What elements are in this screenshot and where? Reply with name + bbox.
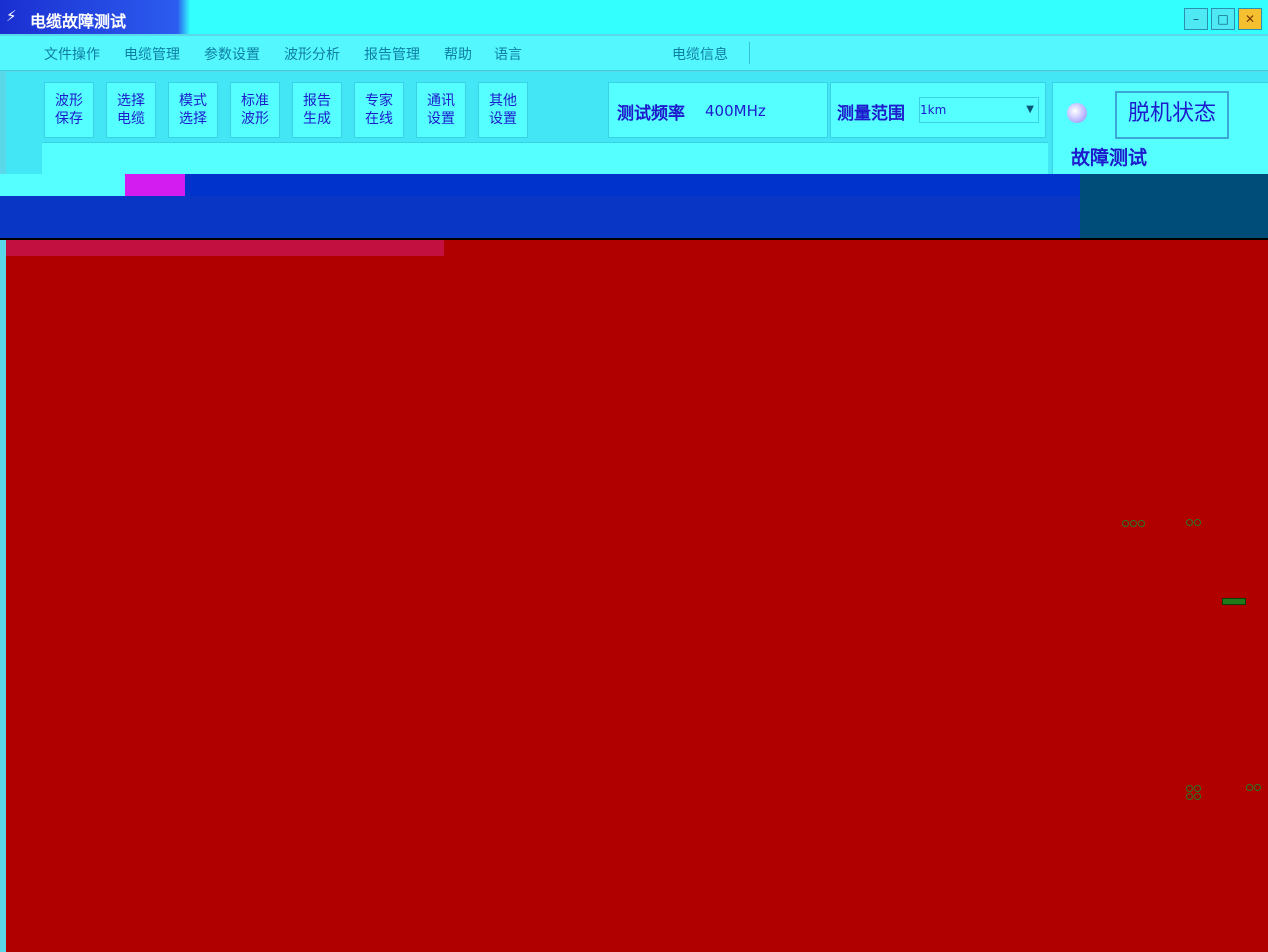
minimize-button[interactable]: – xyxy=(1184,8,1208,30)
range-value: 1km xyxy=(920,103,947,117)
frequency-panel: 测试频率 400MHz xyxy=(608,82,828,138)
app-icon: ⚡ xyxy=(6,7,17,25)
waveform-marker xyxy=(1138,520,1145,527)
frequency-label: 测试频率 xyxy=(617,104,685,124)
cursor-handle[interactable] xyxy=(1222,598,1246,605)
generate-report-button[interactable]: 报告 生成 xyxy=(292,82,342,138)
chevron-down-icon: ▼ xyxy=(1026,104,1034,115)
offline-status-badge: 脱机状态 xyxy=(1115,91,1229,139)
window-controls: – □ ✕ xyxy=(1184,8,1262,30)
menu-wave-analysis[interactable]: 波形分析 xyxy=(284,44,340,64)
status-led-icon xyxy=(1067,103,1087,123)
waveform-marker xyxy=(1122,520,1129,527)
waveform-marker xyxy=(1194,793,1201,800)
close-button[interactable]: ✕ xyxy=(1238,8,1262,30)
waveform-marker xyxy=(1186,793,1193,800)
mode-select-button[interactable]: 模式 选择 xyxy=(168,82,218,138)
status-panel: 脱机状态 故障测试 xyxy=(1052,82,1268,176)
waveform-marker xyxy=(1246,784,1253,791)
menu-divider xyxy=(749,42,750,64)
range-panel: 测量范围 1km ▼ xyxy=(830,82,1046,138)
cursor-panel xyxy=(1080,174,1268,238)
other-settings-button[interactable]: 其他 设置 xyxy=(478,82,528,138)
range-select[interactable]: 1km ▼ xyxy=(919,97,1039,123)
waveform-marker xyxy=(1254,784,1261,791)
mode-label: 故障测试 xyxy=(1071,147,1148,169)
toolbar-substrip xyxy=(42,142,1048,175)
waveform-marker xyxy=(1194,519,1201,526)
select-cable-button[interactable]: 选择 电缆 xyxy=(106,82,156,138)
maximize-button[interactable]: □ xyxy=(1211,8,1235,30)
range-label: 测量范围 xyxy=(837,104,905,124)
title-bar: ⚡ 电缆故障测试 – □ ✕ xyxy=(0,0,1268,34)
toolbar: 波形 保存 选择 电缆 模式 选择 标准 波形 报告 生成 专家 在线 通讯 设… xyxy=(6,72,1268,176)
menu-cable[interactable]: 电缆管理 xyxy=(124,44,180,64)
waveform-marker xyxy=(1186,785,1193,792)
menu-report[interactable]: 报告管理 xyxy=(364,44,420,64)
save-waveform-button[interactable]: 波形 保存 xyxy=(44,82,94,138)
waveform-marker xyxy=(1194,785,1201,792)
menu-bar: 文件操作 电缆管理 参数设置 波形分析 报告管理 帮助 语言 电缆信息 xyxy=(0,36,1268,71)
info-bar xyxy=(0,174,1268,240)
waveform-marker xyxy=(1130,520,1137,527)
comm-settings-button[interactable]: 通讯 设置 xyxy=(416,82,466,138)
standard-waveform-button[interactable]: 标准 波形 xyxy=(230,82,280,138)
cable-info-label[interactable]: 电缆信息 xyxy=(672,44,728,64)
menu-language[interactable]: 语言 xyxy=(494,44,522,64)
frequency-value: 400MHz xyxy=(705,102,766,120)
expert-online-button[interactable]: 专家 在线 xyxy=(354,82,404,138)
waveform-marker xyxy=(1186,519,1193,526)
window-title: 电缆故障测试 xyxy=(30,12,127,31)
menu-file[interactable]: 文件操作 xyxy=(44,44,100,64)
waveform-display[interactable] xyxy=(6,240,1268,952)
menu-help[interactable]: 帮助 xyxy=(444,44,472,64)
menu-params[interactable]: 参数设置 xyxy=(204,44,260,64)
